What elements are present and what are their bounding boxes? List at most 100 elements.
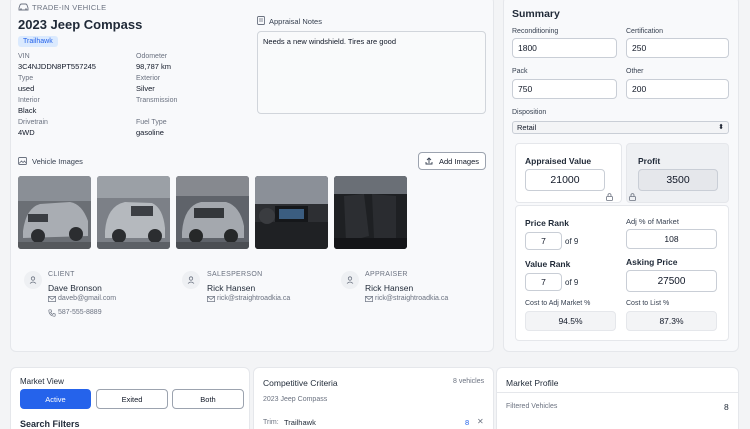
add-images-label: Add Images [438, 156, 480, 166]
market-view-label: Market View [20, 377, 64, 386]
client-phone[interactable]: 587-555-8889 [58, 309, 102, 316]
mail-icon [365, 295, 373, 304]
vehicle-photo-1[interactable] [18, 176, 91, 249]
client-role: CLIENT [48, 271, 75, 278]
market-profile-title: Market Profile [506, 378, 559, 388]
trim-badge: Trailhawk [18, 36, 58, 47]
vehicle-title: 2023 Jeep Compass [18, 17, 143, 32]
vehicle-photo-3[interactable] [176, 176, 249, 249]
tab-exited[interactable]: Exited [96, 389, 168, 409]
profit-label: Profit [638, 156, 661, 166]
lock-icon[interactable] [629, 193, 636, 203]
certification-input[interactable]: 250 [626, 38, 729, 58]
appraiser-name: Rick Hansen [365, 283, 414, 293]
disposition-value: Retail [517, 123, 537, 132]
trim-filter-count: 8 [465, 418, 470, 427]
value-rank-of: of 9 [565, 278, 579, 287]
odometer-label: Odometer [136, 53, 168, 60]
phone-icon [48, 309, 56, 319]
certification-value: 250 [632, 43, 647, 53]
price-rank-value: 7 [541, 236, 546, 246]
user-icon [346, 276, 354, 284]
upload-icon [425, 157, 433, 165]
salesperson-name: Rick Hansen [207, 283, 256, 293]
drivetrain-value: 4WD [18, 128, 35, 137]
cost-adj-display: 94.5% [525, 311, 616, 331]
asking-value: 27500 [657, 275, 686, 287]
appraised-input[interactable]: 21000 [525, 169, 605, 191]
disposition-label: Disposition [512, 109, 547, 116]
mail-icon [207, 295, 215, 304]
salesperson-avatar [182, 271, 200, 289]
fuel-type-label: Fuel Type [136, 119, 167, 126]
disposition-select[interactable]: Retail ⬍ [512, 121, 729, 134]
close-icon[interactable]: ✕ [477, 417, 484, 426]
summary-title: Summary [512, 8, 560, 20]
vin-label: VIN [18, 53, 30, 60]
car-icon [18, 3, 29, 13]
images-label: Vehicle Images [32, 157, 83, 166]
notes-textarea[interactable]: Needs a new windshield. Tires are good [257, 31, 486, 114]
add-images-button[interactable]: Add Images [418, 152, 486, 170]
reconditioning-value: 1800 [518, 43, 537, 53]
notes-label: Appraisal Notes [269, 17, 322, 26]
reconditioning-input[interactable]: 1800 [512, 38, 617, 58]
transmission-label: Transmission [136, 97, 178, 104]
competitive-count: 8 vehicles [453, 378, 485, 385]
filtered-label: Filtered Vehicles [506, 403, 558, 410]
trim-filter-label: Trim: [263, 419, 279, 426]
tab-both[interactable]: Both [172, 389, 244, 409]
vehicle-photo-4[interactable] [255, 176, 328, 249]
appraiser-avatar [341, 271, 359, 289]
adj-market-input[interactable]: 108 [626, 229, 717, 249]
lock-icon[interactable] [606, 193, 613, 203]
appraised-value: 21000 [550, 174, 580, 186]
market-profile-divider [497, 392, 738, 393]
price-rank-input[interactable]: 7 [525, 232, 562, 250]
vehicle-photo-5[interactable] [334, 176, 407, 249]
cost-list-value: 87.3% [659, 316, 684, 326]
vehicle-photo-2[interactable] [97, 176, 170, 249]
certification-label: Certification [626, 28, 663, 35]
exterior-label: Exterior [136, 75, 161, 82]
reconditioning-label: Reconditioning [512, 28, 559, 35]
appraised-label: Appraised Value [525, 156, 592, 166]
fuel-type-value: gasoline [136, 128, 164, 137]
salesperson-role: SALESPERSON [207, 271, 263, 278]
adj-market-value: 108 [664, 234, 679, 244]
competitive-vehicle: 2023 Jeep Compass [263, 396, 328, 403]
cost-adj-value: 94.5% [558, 316, 583, 326]
interior-value: Black [18, 106, 37, 115]
exterior-value: Silver [136, 84, 155, 93]
asking-label: Asking Price [626, 257, 678, 267]
profit-display: 3500 [638, 169, 718, 191]
select-arrows-icon: ⬍ [718, 124, 724, 131]
filtered-value: 8 [724, 402, 729, 412]
cost-list-display: 87.3% [626, 311, 717, 331]
search-filters-label: Search Filters [20, 419, 80, 429]
competitive-title: Competitive Criteria [263, 378, 338, 388]
price-rank-label: Price Rank [525, 218, 569, 228]
cost-list-label: Cost to List % [626, 300, 670, 307]
tab-active[interactable]: Active [20, 389, 91, 409]
client-email[interactable]: daveb@gmail.com [58, 295, 116, 302]
tab-active-label: Active [45, 394, 66, 404]
asking-input[interactable]: 27500 [626, 270, 717, 292]
type-label: Type [18, 75, 34, 82]
other-input[interactable]: 200 [626, 79, 729, 99]
notes-text: Needs a new windshield. Tires are good [263, 37, 396, 46]
user-icon [187, 276, 195, 284]
appraiser-email[interactable]: rick@straightroadkia.ca [375, 295, 448, 302]
other-label: Other [626, 68, 644, 75]
type-value: used [18, 84, 35, 93]
notes-icon [257, 16, 265, 27]
user-icon [29, 276, 37, 284]
client-name: Dave Bronson [48, 283, 102, 293]
mail-icon [48, 295, 56, 304]
adj-market-label: Adj % of Market [626, 217, 679, 226]
pack-input[interactable]: 750 [512, 79, 617, 99]
salesperson-email[interactable]: rick@straightroadkia.ca [217, 295, 290, 302]
value-rank-input[interactable]: 7 [525, 273, 562, 291]
trim-filter-value: Trailhawk [284, 418, 316, 427]
tab-both-label: Both [200, 394, 216, 404]
